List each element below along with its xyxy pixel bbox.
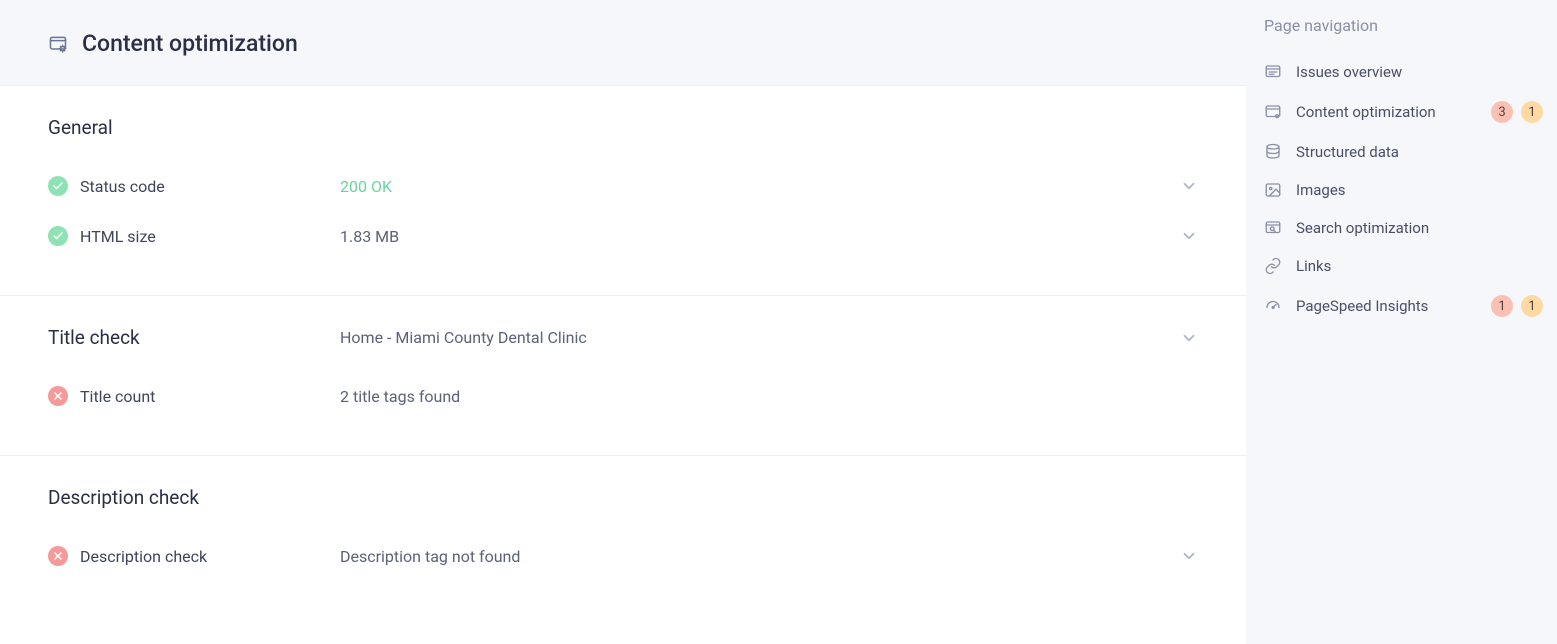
status-icon-container — [48, 386, 80, 406]
row-label: Title count — [80, 387, 340, 406]
nav-label: Content optimization — [1296, 103, 1436, 121]
badge-errors: 3 — [1491, 101, 1513, 123]
link-icon — [1264, 257, 1282, 275]
chevron-down-icon[interactable] — [1180, 329, 1198, 347]
search-browser-icon — [1264, 219, 1282, 237]
title-preview: Home - Miami County Dental Clinic — [340, 328, 587, 347]
nav-title: Page navigation — [1264, 12, 1543, 53]
speedometer-icon — [1264, 297, 1282, 315]
browser-gear-icon — [48, 34, 68, 54]
nav-item-pagespeed-insights[interactable]: PageSpeed Insights 1 1 — [1264, 285, 1543, 327]
row-label: Status code — [80, 177, 340, 196]
section-heading: General — [48, 116, 1198, 139]
row-value: 1.83 MB — [340, 227, 399, 246]
row-label: HTML size — [80, 227, 340, 246]
image-icon — [1264, 181, 1282, 199]
nav-item-issues-overview[interactable]: Issues overview — [1264, 53, 1543, 91]
nav-item-content-optimization[interactable]: Content optimization 3 1 — [1264, 91, 1543, 133]
nav-item-structured-data[interactable]: Structured data — [1264, 133, 1543, 171]
section-general: General Status code 200 OK — [0, 86, 1246, 296]
status-icon-container — [48, 226, 80, 246]
row-html-size[interactable]: HTML size 1.83 MB — [48, 211, 1198, 261]
check-icon — [48, 226, 68, 246]
section-heading-row[interactable]: Title check Home - Miami County Dental C… — [48, 326, 1198, 349]
main-content: Content optimization General Status code… — [0, 0, 1246, 644]
nav-badges: 1 1 — [1491, 295, 1543, 317]
section-description-check: Description check Description check Desc… — [0, 456, 1246, 615]
section-title-check: Title check Home - Miami County Dental C… — [0, 296, 1246, 456]
browser-gear-icon — [1264, 103, 1282, 121]
page-navigation: Page navigation Issues overview Content … — [1246, 0, 1557, 644]
nav-label: Structured data — [1296, 143, 1399, 161]
nav-item-images[interactable]: Images — [1264, 171, 1543, 209]
row-value: Description tag not found — [340, 547, 520, 566]
nav-label: Search optimization — [1296, 219, 1429, 237]
row-label: Description check — [80, 547, 340, 566]
nav-label: Links — [1296, 257, 1331, 275]
badge-errors: 1 — [1491, 295, 1513, 317]
chevron-down-icon[interactable] — [1180, 227, 1198, 245]
row-status-code[interactable]: Status code 200 OK — [48, 161, 1198, 211]
badge-warnings: 1 — [1521, 101, 1543, 123]
section-header: Content optimization — [0, 0, 1246, 86]
page-title: Content optimization — [82, 30, 298, 57]
x-icon — [48, 386, 68, 406]
nav-item-search-optimization[interactable]: Search optimization — [1264, 209, 1543, 247]
section-heading: Description check — [48, 486, 1198, 509]
row-description-check[interactable]: Description check Description tag not fo… — [48, 531, 1198, 581]
section-heading: Title check — [48, 326, 340, 349]
chevron-down-icon[interactable] — [1180, 177, 1198, 195]
chevron-down-icon[interactable] — [1180, 547, 1198, 565]
x-icon — [48, 546, 68, 566]
row-title-count[interactable]: Title count 2 title tags found — [48, 371, 1198, 421]
status-icon-container — [48, 546, 80, 566]
nav-label: PageSpeed Insights — [1296, 297, 1428, 315]
nav-badges: 3 1 — [1491, 101, 1543, 123]
badge-warnings: 1 — [1521, 295, 1543, 317]
nav-label: Images — [1296, 181, 1346, 199]
list-icon — [1264, 63, 1282, 81]
row-value: 2 title tags found — [340, 387, 460, 406]
nav-label: Issues overview — [1296, 63, 1402, 81]
status-icon-container — [48, 176, 80, 196]
row-value: 200 OK — [340, 177, 392, 196]
check-icon — [48, 176, 68, 196]
nav-item-links[interactable]: Links — [1264, 247, 1543, 285]
database-icon — [1264, 143, 1282, 161]
